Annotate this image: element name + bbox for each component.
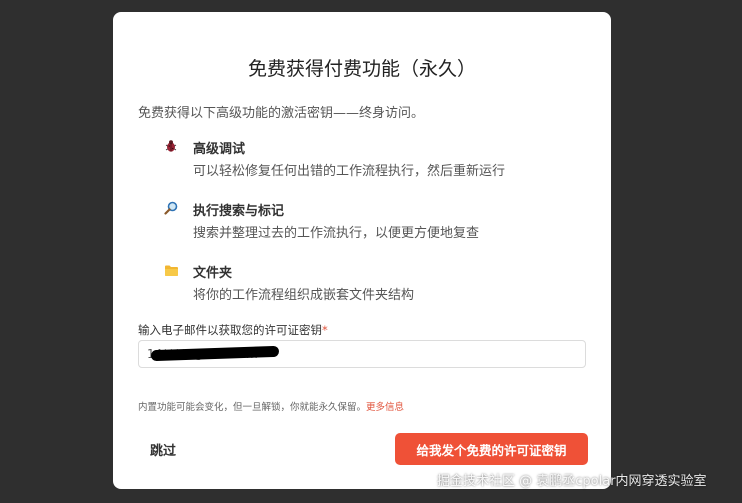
send-license-key-button[interactable]: 给我发个免费的许可证密钥 — [395, 433, 588, 465]
feature-desc: 可以轻松修复任何出错的工作流程执行，然后重新运行 — [193, 164, 506, 179]
feature-desc: 搜索并整理过去的工作流执行，以便更方便地复查 — [193, 226, 480, 241]
modal-title: 免费获得付费功能（永久） — [247, 58, 476, 80]
note-text: 内置功能可能会变化，但一旦解锁，你就能永久保留。更多信息 — [138, 399, 404, 413]
note-body: 内置功能可能会变化，但一旦解锁，你就能永久保留。 — [138, 402, 367, 413]
modal-intro: 免费获得以下高级功能的激活密钥——终身访问。 — [138, 106, 425, 121]
watermark-text: 掘金技术社区 @ 袁鹏丞cpolar内网穿透实验室 — [437, 474, 707, 489]
magnifier-icon — [163, 200, 179, 216]
feature-desc: 将你的工作流程组织成嵌套文件夹结构 — [193, 288, 415, 303]
email-field-label: 输入电子邮件以获取您的许可证密钥* — [138, 322, 328, 338]
feature-name: 执行搜索与标记 — [193, 204, 285, 219]
feature-name: 文件夹 — [193, 266, 233, 281]
more-info-link[interactable]: 更多信息 — [366, 402, 404, 413]
folder-icon — [163, 262, 179, 278]
email-label-text: 输入电子邮件以获取您的许可证密钥 — [138, 323, 322, 337]
license-modal: 免费获得付费功能（永久） 免费获得以下高级功能的激活密钥——终身访问。 高级调试… — [113, 12, 611, 489]
required-mark: * — [322, 323, 328, 337]
modal-backdrop: 免费获得付费功能（永久） 免费获得以下高级功能的激活密钥——终身访问。 高级调试… — [0, 0, 742, 503]
feature-name: 高级调试 — [193, 142, 246, 157]
skip-button[interactable]: 跳过 — [138, 432, 188, 466]
bug-icon — [163, 138, 179, 154]
